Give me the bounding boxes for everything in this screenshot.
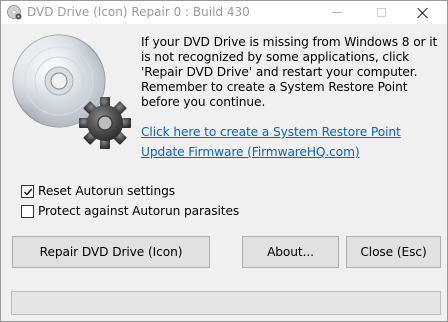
checkbox-unchecked[interactable] xyxy=(21,204,34,218)
maximize-icon xyxy=(376,8,386,17)
checkmark-icon xyxy=(24,188,33,196)
title-bar[interactable]: DVD Drive (Icon) Repair 0 : Build 430 xyxy=(1,1,447,24)
close-icon xyxy=(417,7,429,19)
instructions-text: If your DVD Drive is missing from Window… xyxy=(141,35,438,109)
progress-bar xyxy=(11,291,441,315)
about-button[interactable]: About... xyxy=(242,236,339,268)
close-window-button[interactable] xyxy=(405,1,441,24)
disc-gear-icon xyxy=(9,27,133,151)
dvd-gear-icon xyxy=(7,5,22,20)
close-button[interactable]: Close (Esc) xyxy=(346,236,441,268)
update-firmware-link[interactable]: Update Firmware (FirmwareHQ.com) xyxy=(141,145,360,159)
window-title: DVD Drive (Icon) Repair 0 : Build 430 xyxy=(27,5,250,19)
checkbox-checked[interactable] xyxy=(21,184,34,198)
protect-autorun-checkbox[interactable]: Protect against Autorun parasites xyxy=(21,204,239,218)
reset-autorun-checkbox[interactable]: Reset Autorun settings xyxy=(21,184,175,198)
minimize-icon xyxy=(332,12,342,13)
protect-autorun-label: Protect against Autorun parasites xyxy=(38,204,240,218)
create-restore-point-link[interactable]: Click here to create a System Restore Po… xyxy=(141,125,401,139)
maximize-button[interactable] xyxy=(363,1,399,24)
reset-autorun-label: Reset Autorun settings xyxy=(38,184,175,198)
minimize-button[interactable] xyxy=(319,1,355,24)
repair-dvd-drive-button[interactable]: Repair DVD Drive (Icon) xyxy=(12,236,210,268)
app-window: DVD Drive (Icon) Repair 0 : Build 430 If… xyxy=(0,0,448,322)
